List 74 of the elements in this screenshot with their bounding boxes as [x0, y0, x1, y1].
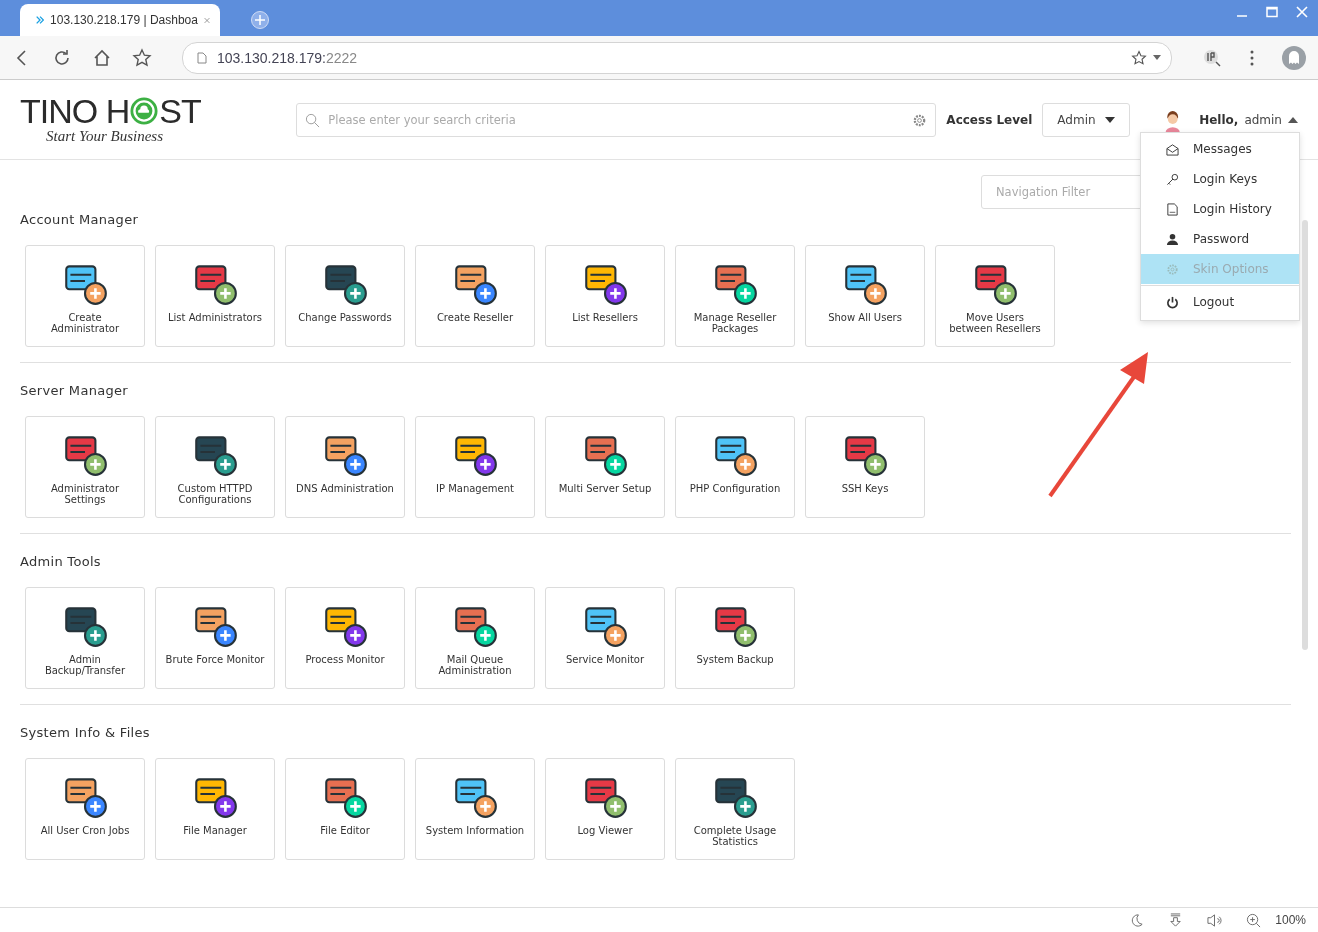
star-icon[interactable] — [132, 47, 152, 68]
maximize-icon[interactable] — [1266, 6, 1278, 18]
tool-tile[interactable]: Create Administrator — [25, 245, 145, 347]
address-bar[interactable]: 103.130.218.179:2222 — [182, 41, 1172, 74]
tool-tile[interactable]: System Information — [415, 758, 535, 860]
tool-tile[interactable]: List Resellers — [545, 245, 665, 347]
caret-icon — [1288, 116, 1298, 123]
access-level-label: Access Level — [946, 112, 1033, 127]
section-title: Admin Tools — [20, 554, 102, 570]
tool-tile[interactable]: Process Monitor — [285, 587, 405, 689]
tool-tile[interactable]: Custom HTTPD Configurations — [155, 416, 275, 518]
tool-tile[interactable]: Administrator Settings — [25, 416, 145, 518]
tool-tile[interactable]: Admin Backup/Transfer — [25, 587, 145, 689]
tool-tile[interactable]: File Editor — [285, 758, 405, 860]
caret-icon — [1104, 116, 1115, 123]
tool-tile[interactable]: IP Management — [415, 416, 535, 518]
speaker-icon[interactable] — [1207, 912, 1223, 928]
menu-item[interactable]: Messages — [1141, 134, 1299, 164]
browser-tab[interactable]: 103.130.218.179 | Dashboa — [20, 4, 220, 36]
section-title: Account Manager — [20, 212, 140, 228]
ip-lookup-icon[interactable] — [1202, 47, 1222, 68]
moon-icon[interactable] — [1129, 912, 1145, 928]
tool-tile[interactable]: SSH Keys — [805, 416, 925, 518]
settings-icon — [1166, 262, 1179, 276]
tool-tile[interactable]: Service Monitor — [545, 587, 665, 689]
section-title: Server Manager — [20, 383, 129, 399]
url-port: 2222 — [326, 49, 358, 66]
tool-tile[interactable]: File Manager — [155, 758, 275, 860]
ghost-avatar-icon[interactable] — [1282, 45, 1306, 70]
tool-tile[interactable]: Show All Users — [805, 245, 925, 347]
logo-wordmark: ST — [159, 94, 201, 128]
star-icon[interactable] — [1131, 49, 1147, 66]
page-icon — [197, 51, 207, 64]
tool-tile[interactable]: Complete Usage Statistics — [675, 758, 795, 860]
power-icon — [1166, 295, 1179, 309]
download-icon[interactable] — [1168, 912, 1184, 928]
tool-tile[interactable]: Brute Force Monitor — [155, 587, 275, 689]
tool-tile[interactable]: Log Viewer — [545, 758, 665, 860]
settings-icon[interactable] — [912, 112, 928, 128]
tool-tile[interactable]: List Administrators — [155, 245, 275, 347]
logo-wordmark: TINO H — [20, 94, 130, 128]
tool-tile[interactable]: Create Reseller — [415, 245, 535, 347]
reload-icon[interactable] — [52, 47, 72, 68]
section-title: System Info & Files — [20, 725, 151, 741]
menu-item[interactable]: Logout — [1141, 287, 1299, 317]
tool-tile[interactable]: Move Users between Resellers — [935, 245, 1055, 347]
tool-tile[interactable]: Change Passwords — [285, 245, 405, 347]
user-menu-toggle[interactable]: Hello, admin — [1199, 112, 1298, 127]
tool-tile[interactable]: Multi Server Setup — [545, 416, 665, 518]
tool-tile[interactable]: Manage Reseller Packages — [675, 245, 795, 347]
caret-icon[interactable] — [1153, 55, 1161, 60]
search-icon — [305, 112, 321, 128]
new-tab-icon[interactable] — [250, 10, 270, 30]
key-icon — [1166, 172, 1179, 186]
tab-title: 103.130.218.179 | Dashboa — [50, 13, 198, 27]
home-icon[interactable] — [92, 47, 112, 68]
logo-tagline: Start Your Business — [46, 128, 164, 145]
zoom-level: 100% — [1275, 913, 1306, 927]
tool-tile[interactable]: System Backup — [675, 587, 795, 689]
chevron-favicon-icon — [36, 14, 45, 26]
tool-tile[interactable]: PHP Configuration — [675, 416, 795, 518]
person-icon — [1166, 232, 1179, 246]
access-level-dropdown[interactable]: Admin — [1042, 102, 1130, 137]
url-host: 103.130.218.179: — [217, 49, 326, 66]
tool-tile[interactable]: Mail Queue Administration — [415, 587, 535, 689]
cloud-circle-logo-icon — [130, 97, 159, 125]
envelope-icon — [1166, 142, 1179, 156]
log-file-icon — [1166, 202, 1179, 216]
zoom-in-icon[interactable] — [1246, 912, 1262, 928]
menu-item[interactable]: Password — [1141, 224, 1299, 254]
search-field[interactable]: Please enter your search criteria — [296, 102, 937, 137]
tool-tile[interactable]: All User Cron Jobs — [25, 758, 145, 860]
close-icon[interactable] — [1296, 6, 1308, 18]
tool-tile[interactable]: DNS Administration — [285, 416, 405, 518]
